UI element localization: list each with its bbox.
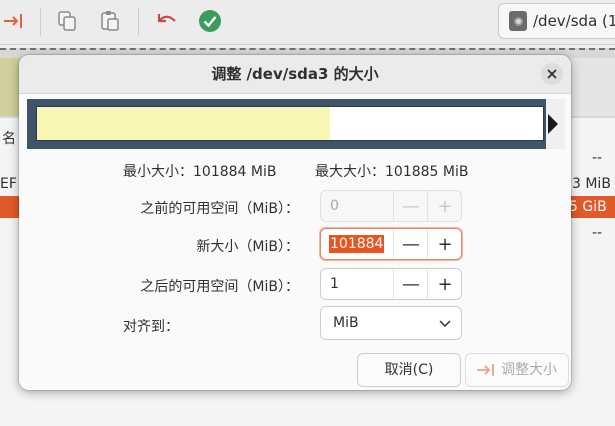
close-icon <box>547 69 557 79</box>
resize-dialog: 调整 /dev/sda3 的大小 最小大小：101884 MiB 最大大小：10… <box>19 55 571 390</box>
new-size-label: 新大小（MiB）： <box>196 239 299 255</box>
list-header-fragment: 名 <box>2 131 16 147</box>
undo-icon[interactable] <box>152 6 182 36</box>
arrow-right-icon <box>548 114 558 134</box>
align-value: MiB <box>333 315 359 331</box>
main-toolbar: /dev/sda (10 <box>0 0 615 45</box>
max-size-label: 最大大小： <box>315 164 385 180</box>
apply-icon[interactable] <box>195 6 225 36</box>
free-before-increment[interactable]: + <box>427 191 462 221</box>
free-after-spinner[interactable]: 1 — + <box>320 268 462 300</box>
free-after-label: 之后的可用空间（MiB）： <box>140 279 299 295</box>
toolbar-separator <box>40 8 41 36</box>
list-row-size-fragment: 3 MiB <box>572 176 611 192</box>
selected-row-left[interactable] <box>0 196 20 218</box>
partition-map-unallocated <box>570 58 615 116</box>
min-size-value: 101884 MiB <box>193 164 277 180</box>
min-size-label: 最小大小： <box>123 164 193 180</box>
free-before-value[interactable]: 0 <box>330 191 339 221</box>
new-size-spinner[interactable]: 101884 — + <box>320 228 462 260</box>
selected-row-size: 5 GiB <box>569 199 607 215</box>
chevron-down-icon <box>439 320 451 328</box>
dialog-title: 调整 /dev/sda3 的大小 <box>211 65 379 83</box>
free-after-decrement[interactable]: — <box>393 269 428 299</box>
align-label: 对齐到： <box>123 319 179 335</box>
close-button[interactable] <box>541 63 563 85</box>
copy-icon[interactable] <box>52 6 82 36</box>
free-before-spinner[interactable]: 0 — + <box>320 190 462 222</box>
partition-bar[interactable] <box>36 106 544 141</box>
resize-button-label: 调整大小 <box>501 362 557 378</box>
cancel-button[interactable]: 取消(C) <box>357 353 461 387</box>
list-dash: -- <box>592 150 603 166</box>
device-label: /dev/sda (10 <box>533 12 615 30</box>
max-size-value: 101885 MiB <box>385 164 469 180</box>
resize-handle-right[interactable] <box>546 99 565 149</box>
list-row-fragment: EF <box>0 176 17 192</box>
selected-row-right[interactable]: 5 GiB <box>565 196 615 218</box>
disk-icon <box>509 11 527 31</box>
min-size: 最小大小：101884 MiB <box>123 161 276 181</box>
toolbar-separator <box>138 8 139 36</box>
free-after-increment[interactable]: + <box>427 269 462 299</box>
new-size-decrement[interactable]: — <box>393 229 428 259</box>
list-dash: -- <box>592 225 603 241</box>
resize-move-icon[interactable] <box>0 6 30 36</box>
new-size-value[interactable]: 101884 <box>329 235 385 253</box>
partition-used-space <box>37 107 331 140</box>
resize-move-icon <box>477 364 494 376</box>
align-select[interactable]: MiB <box>320 306 462 340</box>
new-size-increment[interactable]: + <box>427 229 462 259</box>
free-before-decrement[interactable]: — <box>393 191 428 221</box>
resize-button[interactable]: 调整大小 <box>465 353 569 387</box>
free-before-label: 之前的可用空间（MiB）： <box>140 201 299 217</box>
device-selector[interactable]: /dev/sda (10 <box>498 3 615 39</box>
free-after-value[interactable]: 1 <box>330 269 339 299</box>
paste-icon[interactable] <box>95 6 125 36</box>
partition-map-used <box>0 58 20 116</box>
max-size: 最大大小：101885 MiB <box>315 161 468 181</box>
